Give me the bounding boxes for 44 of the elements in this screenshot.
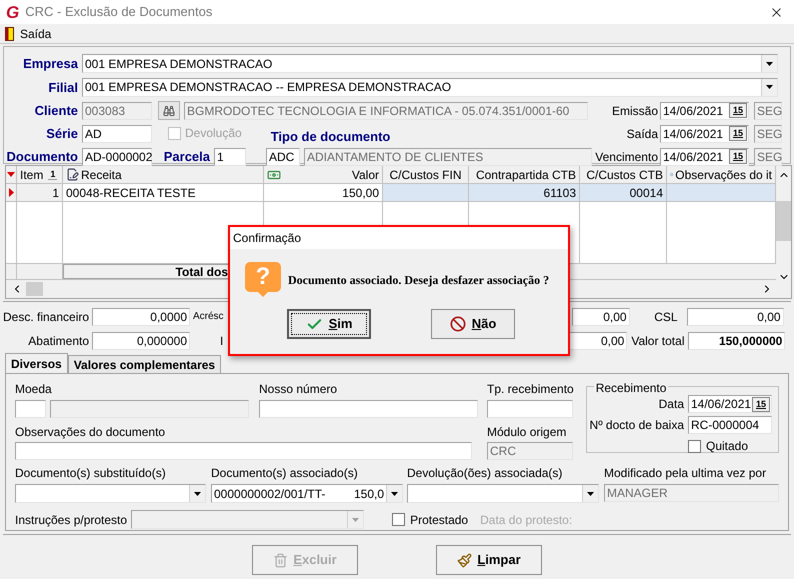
field-label: Data do protesto: [480,512,572,528]
total-cell: Total dos [63,264,229,279]
field-label: Data [658,396,684,413]
field-label: I [220,332,224,350]
field-label: Empresa [22,55,78,73]
field-label: Desc. financeiro [3,308,89,326]
checkbox-label: Devolução [185,125,242,142]
field-label: Filial [47,78,78,96]
table-cell: 1 [17,184,63,201]
field-label: Saída [626,126,658,142]
field-label: Nº docto de baixa [590,417,684,434]
table-cell: 61103 [469,184,580,201]
sort-badge: 1 [48,170,58,180]
window-title: CRC - Exclusão de Documentos [25,3,212,22]
field-label: Parcela [162,148,210,166]
field-label: CSL [653,308,678,326]
field-label: Tp. recebimento [487,381,573,398]
field-label: Emissão [610,102,658,120]
field-label: Devolução(ões) associada(s) [407,465,564,482]
checkbox-label: Quitado [706,438,748,455]
field-label: Valor total [631,332,684,350]
field-label: Modificado pela ultima vez por [604,465,768,482]
field-label: Nosso número [259,381,338,398]
checkbox-label: Protestado [410,512,468,528]
table-cell: 00014 [580,184,667,201]
field-label: Cliente [34,102,78,120]
field-label: Moeda [15,381,53,398]
field-label: Série [45,124,78,142]
field-label: Documento(s) substituído(s) [15,465,167,482]
field-label: Vencimento [594,148,658,166]
field-label: Observações do documento [15,424,166,441]
field-label: Documento(s) associado(s) [211,465,359,482]
dialog-title: Confirmação [233,230,302,247]
field-label: Módulo origem [487,424,568,441]
field-label: Documento [6,148,78,166]
field-label: Abatimento [27,332,89,350]
combo-amount: 150,0 [354,486,384,502]
app-logo: G [6,4,20,20]
combo-value: 0000000002/001/TT- [214,486,326,502]
field-label: Instruções p/protesto [15,512,128,528]
table-cell: 00048-RECEITA TESTE [63,184,264,201]
dialog-message: Documento associado. Deseja desfazer associação ? [288,272,550,288]
section-label: Tipo de documento [270,130,390,143]
field-label: Acrésc [193,310,224,324]
